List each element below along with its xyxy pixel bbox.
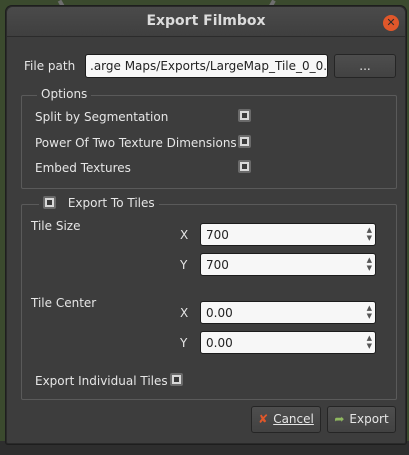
spin-up-icon[interactable]: ▲	[367, 257, 372, 264]
tile-center-label: Tile Center	[31, 296, 97, 310]
tile-size-y-spinbox[interactable]: 700 ▲ ▼	[200, 253, 376, 276]
spin-up-icon[interactable]: ▲	[367, 305, 372, 312]
tile-size-x-value: 700	[206, 228, 229, 242]
browse-button[interactable]: ...	[334, 54, 396, 78]
export-filmbox-dialog: Export Filmbox ✕ File path .arge Maps/Ex…	[6, 6, 406, 444]
file-path-label: File path	[24, 59, 76, 73]
tile-center-x-spinbox[interactable]: 0.00 ▲ ▼	[200, 301, 376, 324]
tile-size-y-value: 700	[206, 258, 229, 272]
file-path-input[interactable]: .arge Maps/Exports/LargeMap_Tile_0_0.fbx	[85, 54, 328, 78]
tile-center-y-label: Y	[180, 336, 188, 350]
cancel-label: Cancel	[273, 412, 314, 426]
tile-center-y-spinbox[interactable]: 0.00 ▲ ▼	[200, 331, 376, 354]
close-icon: ✕	[386, 16, 396, 29]
tile-size-y-label: Y	[180, 258, 188, 272]
spin-down-icon[interactable]: ▼	[367, 235, 372, 242]
export-tiles-group-header: Export To Tiles	[39, 196, 159, 210]
power-of-two-checkbox[interactable]	[238, 135, 251, 148]
spin-down-icon[interactable]: ▼	[367, 265, 372, 272]
embed-textures-checkbox[interactable]	[238, 160, 251, 173]
dialog-title: Export Filmbox	[146, 13, 266, 29]
tile-size-x-spinbox[interactable]: 700 ▲ ▼	[200, 223, 376, 246]
tile-center-x-label: X	[180, 306, 189, 320]
export-button[interactable]: ➦ Export	[327, 406, 396, 433]
export-to-tiles-checkbox[interactable]	[43, 196, 56, 209]
power-of-two-label: Power Of Two Texture Dimensions	[35, 136, 237, 150]
tile-center-x-value: 0.00	[206, 306, 233, 320]
split-by-segmentation-checkbox[interactable]	[238, 109, 251, 122]
embed-textures-label: Embed Textures	[35, 161, 131, 175]
tile-size-x-label: X	[180, 228, 189, 242]
cancel-button[interactable]: ✘ Cancel	[251, 406, 321, 433]
dialog-titlebar[interactable]: Export Filmbox ✕	[7, 7, 405, 37]
export-to-tiles-label: Export To Tiles	[67, 196, 155, 210]
export-individual-tiles-checkbox[interactable]	[170, 373, 183, 386]
spin-up-icon[interactable]: ▲	[367, 227, 372, 234]
export-icon: ➦	[334, 412, 345, 426]
export-label: Export	[349, 412, 389, 426]
tile-size-label: Tile Size	[31, 219, 81, 233]
spin-down-icon[interactable]: ▼	[367, 343, 372, 350]
spin-up-icon[interactable]: ▲	[367, 335, 372, 342]
export-individual-tiles-label: Export Individual Tiles	[35, 374, 168, 388]
spin-down-icon[interactable]: ▼	[367, 313, 372, 320]
options-group-title: Options	[37, 87, 92, 101]
close-button[interactable]: ✕	[383, 15, 399, 31]
tile-center-y-value: 0.00	[206, 336, 233, 350]
split-by-segmentation-label: Split by Segmentation	[35, 110, 169, 124]
cancel-icon: ✘	[258, 412, 269, 426]
